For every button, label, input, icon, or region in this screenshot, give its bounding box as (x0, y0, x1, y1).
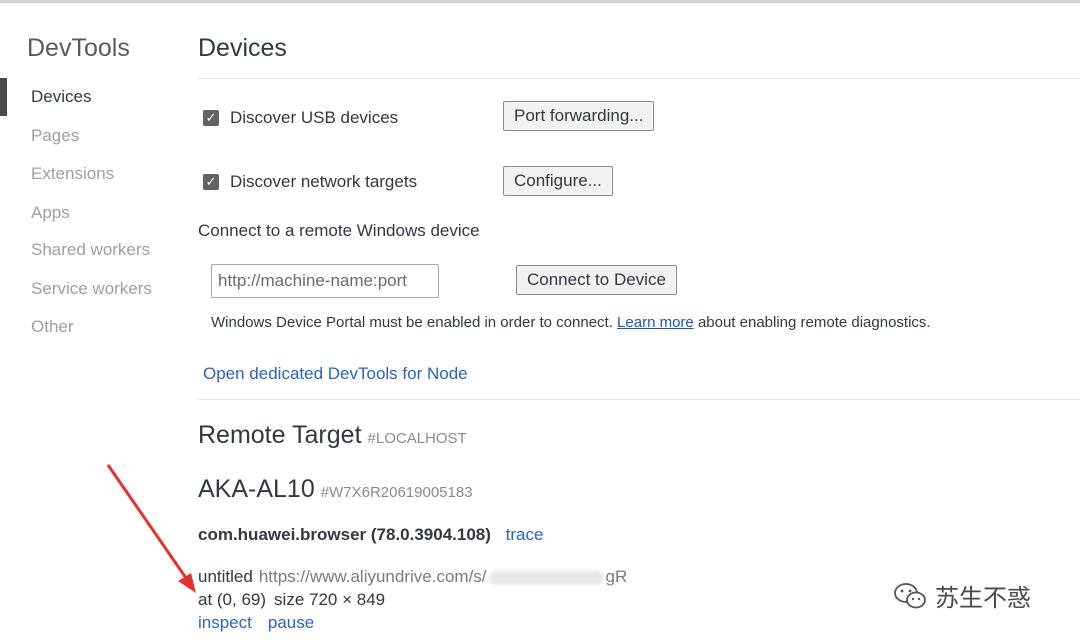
watermark-text: 苏生不惑 (935, 584, 1031, 612)
annotation-arrow (106, 464, 196, 593)
arrow-shaft (106, 464, 188, 579)
watermark: 苏生不惑 (893, 578, 1031, 613)
arrow-head (178, 573, 196, 593)
wechat-icon (894, 582, 926, 608)
